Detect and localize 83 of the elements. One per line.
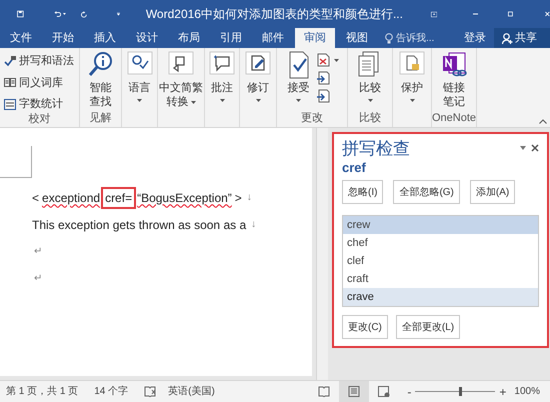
document-text: < [32, 190, 40, 206]
ribbon-button[interactable]: 保护 [399, 51, 425, 102]
ribbon-tab[interactable]: 邮件 [253, 28, 293, 48]
ribbon-button[interactable]: 拼写和语法 [4, 53, 74, 70]
notebook-link-icon [441, 51, 467, 79]
ribbon-tab[interactable]: 开始 [43, 28, 83, 48]
zoom-in-button[interactable]: + [499, 382, 506, 400]
close-icon[interactable] [545, 9, 550, 19]
pane-button[interactable]: 添加(A) [470, 180, 516, 204]
read-mode-icon [318, 386, 330, 397]
person-add-icon [502, 32, 513, 44]
group-label: OneNote [432, 112, 476, 125]
pane-button[interactable]: 更改(C) [342, 315, 388, 339]
ribbon-tab[interactable]: 引用 [211, 28, 251, 48]
ribbon-button[interactable]: 比较 [357, 51, 383, 102]
language-status[interactable]: 英语(美国) [168, 384, 215, 399]
group-label: 更改 [301, 112, 323, 125]
paragraph-mark: ↵ [34, 245, 42, 259]
collapse-ribbon-icon[interactable] [539, 119, 547, 124]
zoom-out-button[interactable]: - [407, 382, 412, 400]
spelling-icon [4, 56, 16, 67]
tell-me-placeholder: 告诉我... [396, 32, 434, 46]
word-count[interactable]: 14 个字 [94, 384, 128, 399]
ribbon-button[interactable]: 语言 [126, 51, 152, 102]
line-break-mark: ↓ [251, 218, 256, 232]
document-text: This exception gets thrown as soon as a [32, 216, 246, 234]
document-text: > [234, 190, 242, 206]
ribbon-button[interactable]: 批注 [209, 51, 235, 102]
next-change-icon[interactable] [316, 89, 330, 103]
pane-button[interactable]: 全部更改(L) [396, 315, 460, 339]
ribbon-tab[interactable]: 设计 [127, 28, 167, 48]
share-button[interactable]: 共享 [494, 28, 550, 48]
misspelled-word: “BogusException” [137, 190, 232, 206]
thesaurus-icon [4, 77, 16, 88]
paragraph-mark: ↵ [34, 272, 42, 286]
ribbon-button[interactable]: 同义词库 [4, 74, 63, 91]
suggestion-item[interactable]: crave [343, 288, 538, 306]
close-icon[interactable] [531, 144, 539, 152]
zoom-percent[interactable]: 100% [514, 384, 540, 399]
pane-button[interactable]: 忽略(I) [342, 180, 384, 204]
magnifier-info-icon [88, 51, 114, 79]
ribbon-tab[interactable]: 布局 [169, 28, 209, 48]
group-label: 比较 [359, 112, 381, 125]
proofing-book-icon[interactable] [144, 386, 156, 397]
page-count[interactable]: 第 1 页，共 1 页 [6, 384, 78, 399]
ribbon-button[interactable]: 修订 [245, 51, 271, 102]
ribbon-tab[interactable]: 文件 [1, 28, 41, 48]
previous-change-icon[interactable] [316, 71, 330, 85]
customize-menu-icon[interactable] [116, 11, 120, 17]
tell-me-field[interactable]: 告诉我... [385, 28, 434, 48]
group-label: 校对 [28, 112, 50, 126]
word-count-icon [4, 98, 16, 110]
highlighted-word: cref= [101, 186, 136, 208]
web-layout-icon [378, 386, 390, 397]
ribbon-tab[interactable]: 插入 [85, 28, 125, 48]
pane-title: 拼写检查 [342, 138, 410, 160]
misspelled-word: exceptiond [42, 190, 100, 206]
suggestion-item[interactable]: crew [343, 216, 538, 234]
caret-icon[interactable] [520, 146, 526, 150]
pane-button[interactable]: 全部忽略(G) [393, 180, 460, 204]
window-title: Word2016中如何对添加图表的类型和颜色进行... [146, 6, 403, 23]
ribbon-tab[interactable]: 视图 [337, 28, 377, 48]
line-break-mark: ↓ [246, 191, 252, 205]
caret-icon[interactable] [334, 58, 338, 62]
scrollbar[interactable] [316, 128, 328, 380]
minimize-icon[interactable] [473, 13, 478, 15]
ribbon-button[interactable]: 智能 查找 [88, 51, 114, 109]
ribbon-button[interactable]: 链接 笔记 [441, 51, 467, 109]
ribbon-button[interactable]: 中文简繁 转换 [159, 51, 203, 109]
caret-icon[interactable] [63, 12, 66, 16]
lightbulb-icon [385, 32, 393, 44]
ribbon-button[interactable]: 接受 [286, 51, 312, 102]
reject-icon[interactable] [316, 53, 330, 67]
group-label: 见解 [90, 112, 112, 125]
view-button[interactable] [339, 380, 370, 402]
print-layout-icon [348, 386, 360, 397]
margin-corner-mark [0, 146, 32, 178]
misspelled-word: cref [342, 160, 367, 176]
ribbon-tab[interactable]: 审阅 [295, 28, 335, 48]
slider-thumb[interactable] [459, 387, 462, 396]
ribbon-button[interactable]: 字数统计 [4, 96, 63, 112]
maximize-icon[interactable] [508, 9, 514, 19]
sign-in-link[interactable]: 登录 [464, 28, 486, 48]
